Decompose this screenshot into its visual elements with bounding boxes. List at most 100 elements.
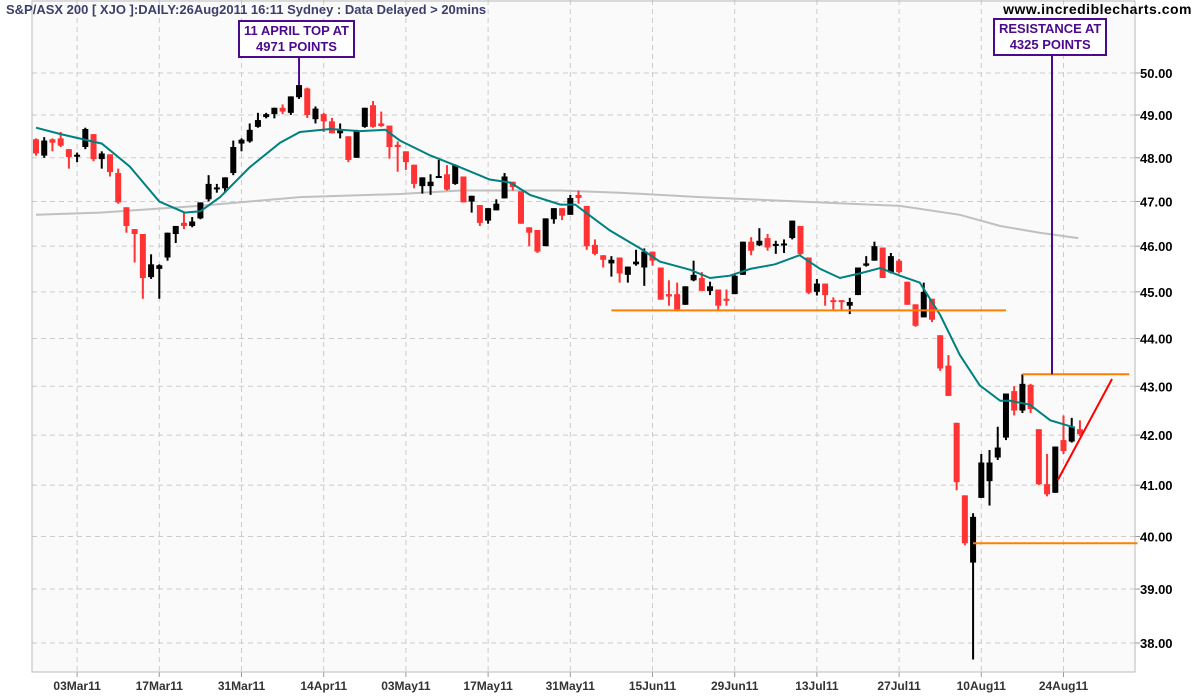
x-tick-label: 27Jul11 [877,679,921,693]
y-tick-label: 50.00 [1140,66,1173,81]
candle-body [723,298,730,301]
candle-body [855,267,861,296]
annotation-line2: 4971 POINTS [256,39,337,54]
candle-body [517,191,524,224]
candle-down [953,422,960,491]
candle-body [1044,484,1051,495]
candle-body [419,177,426,187]
candle-body [1060,440,1067,452]
candle-body [287,96,294,113]
candle-body [189,221,196,226]
candle-body [641,251,648,268]
candle-body [279,107,286,112]
x-tick-label: 31May11 [546,679,596,693]
candle-body [887,256,894,273]
candle-body [591,244,598,254]
candle-body [871,246,878,261]
candle-down [1035,429,1042,486]
candle-body [600,255,607,260]
candle-body [526,227,533,233]
candle-down [904,281,911,305]
candle-up [789,220,796,240]
candle-body [345,136,352,160]
candle-body [904,281,911,305]
candle-body [945,365,952,396]
candle-body [353,130,360,158]
candle-body [633,261,640,265]
candle-body [879,247,886,279]
y-tick-label: 41.00 [1140,478,1173,493]
candle-body [575,194,582,198]
annotation-april-top: 11 APRIL TOP AT 4971 POINTS [238,20,355,58]
candle-body [624,266,631,275]
candle-body [468,195,475,202]
candle-body [296,85,303,98]
candle-body [1068,426,1075,442]
candle-up [353,129,360,158]
candle-body [131,229,138,235]
candle-body [986,462,993,482]
candle-body [813,283,820,292]
candle-body [1035,429,1042,485]
candle-down [912,304,919,327]
candle-body [698,278,705,291]
candle-body [665,294,672,297]
y-tick-label: 47.00 [1140,195,1173,210]
candle-body [230,146,237,173]
candle-body [435,176,442,179]
candle-down [304,87,311,118]
annotation-line2: 4325 POINTS [1009,37,1091,52]
candle-down [476,205,483,226]
candle-body [682,286,689,305]
candle-body [534,229,541,252]
candle-body [90,134,97,160]
candle-body [378,123,385,127]
candle-down [345,136,352,163]
candle-body [271,107,278,115]
candle-body [961,495,968,544]
candle-up [296,85,303,99]
candle-up [287,96,294,115]
candle-body [994,447,1001,458]
candle-down [115,168,122,204]
x-tick-label: 17Mar11 [136,679,184,693]
candle-body [74,154,81,157]
candle-body [139,234,146,279]
candle-up [731,273,738,295]
candle-body [920,291,927,318]
candle-body [756,240,763,246]
y-tick-label: 42.00 [1140,428,1173,443]
candle-body [180,222,187,226]
candle-body [764,238,771,248]
candle-body [148,264,155,278]
candle-body [361,107,368,127]
candle-up [855,267,861,296]
website-link[interactable]: www.incrediblecharts.com [1003,1,1192,17]
x-tick-label: 14Apr11 [300,679,347,693]
candle-down [460,176,467,203]
x-tick-label: 24Aug11 [1039,679,1089,693]
candle-down [33,138,39,156]
candle-body [485,208,492,221]
candle-body [937,335,944,369]
candle-up [682,286,689,305]
candle-body [559,208,566,216]
candlestick-chart: 50.00 49.00 48.00 47.00 46.00 45.00 44.00 43.00… [31,0,1173,693]
candle-body [460,176,467,203]
chart-title: S&P/ASX 200 [ XJO ]:DAILY:26Aug2011 16:1… [6,2,487,17]
candle-down [657,267,664,300]
candle-body [731,275,738,295]
annotation-resistance: RESISTANCE AT 4325 POINTS [993,18,1108,56]
x-tick-label: 03May11 [381,679,431,693]
candle-body [156,265,163,269]
candle-body [123,207,130,226]
y-tick-label: 49.00 [1140,108,1173,123]
candle-down [517,191,524,224]
y-tick-label: 46.00 [1140,239,1173,254]
candle-down [937,335,944,371]
candle-body [550,208,557,220]
y-tick-label: 48.00 [1140,151,1173,166]
candle-down [896,258,903,274]
candle-body [238,139,245,144]
candle-down [961,495,968,546]
